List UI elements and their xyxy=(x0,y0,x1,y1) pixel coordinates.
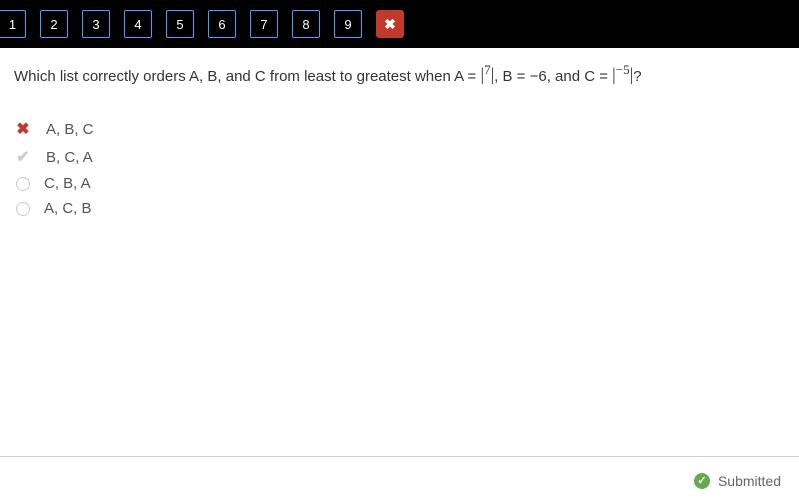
nav-question-3[interactable]: 3 xyxy=(82,10,110,38)
nav-question-7[interactable]: 7 xyxy=(250,10,278,38)
option-label: A, C, B xyxy=(44,200,92,217)
question-nav-bar: 1 2 3 4 5 6 7 8 9 ✖ xyxy=(0,0,799,48)
option-label: A, B, C xyxy=(46,121,94,138)
question-part-1: Which list correctly orders A, B, and C … xyxy=(14,68,480,85)
option-b[interactable]: ✔ B, C, A xyxy=(14,147,785,167)
option-c[interactable]: C, B, A xyxy=(14,175,785,192)
radio-icon xyxy=(16,177,30,191)
radio-icon xyxy=(16,202,30,216)
question-text: Which list correctly orders A, B, and C … xyxy=(14,64,785,91)
option-label: C, B, A xyxy=(44,175,91,192)
nav-question-2[interactable]: 2 xyxy=(40,10,68,38)
nav-question-1[interactable]: 1 xyxy=(0,10,26,38)
nav-question-8[interactable]: 8 xyxy=(292,10,320,38)
nav-question-4[interactable]: 4 xyxy=(124,10,152,38)
close-icon: ✖ xyxy=(384,16,396,33)
option-d[interactable]: A, C, B xyxy=(14,200,785,217)
submitted-label: Submitted xyxy=(718,473,781,489)
question-part-2: , B = −6, and C = xyxy=(494,68,612,85)
question-content: Which list correctly orders A, B, and C … xyxy=(0,48,799,456)
question-part-3: ? xyxy=(633,68,641,85)
submitted-status: ✓ Submitted xyxy=(694,473,781,489)
wrong-icon: ✖ xyxy=(14,119,32,139)
abs-value-c: |−5| xyxy=(612,66,633,82)
nav-question-6[interactable]: 6 xyxy=(208,10,236,38)
abs-value-a: |7| xyxy=(480,66,494,82)
option-a[interactable]: ✖ A, B, C xyxy=(14,119,785,139)
nav-question-9[interactable]: 9 xyxy=(334,10,362,38)
nav-question-5[interactable]: 5 xyxy=(166,10,194,38)
footer-bar: ✓ Submitted xyxy=(0,456,799,504)
answer-options: ✖ A, B, C ✔ B, C, A C, B, A A, C, B xyxy=(14,119,785,217)
check-circle-icon: ✓ xyxy=(694,473,710,489)
option-label: B, C, A xyxy=(46,149,93,166)
check-icon: ✔ xyxy=(14,147,32,167)
close-button[interactable]: ✖ xyxy=(376,10,404,38)
